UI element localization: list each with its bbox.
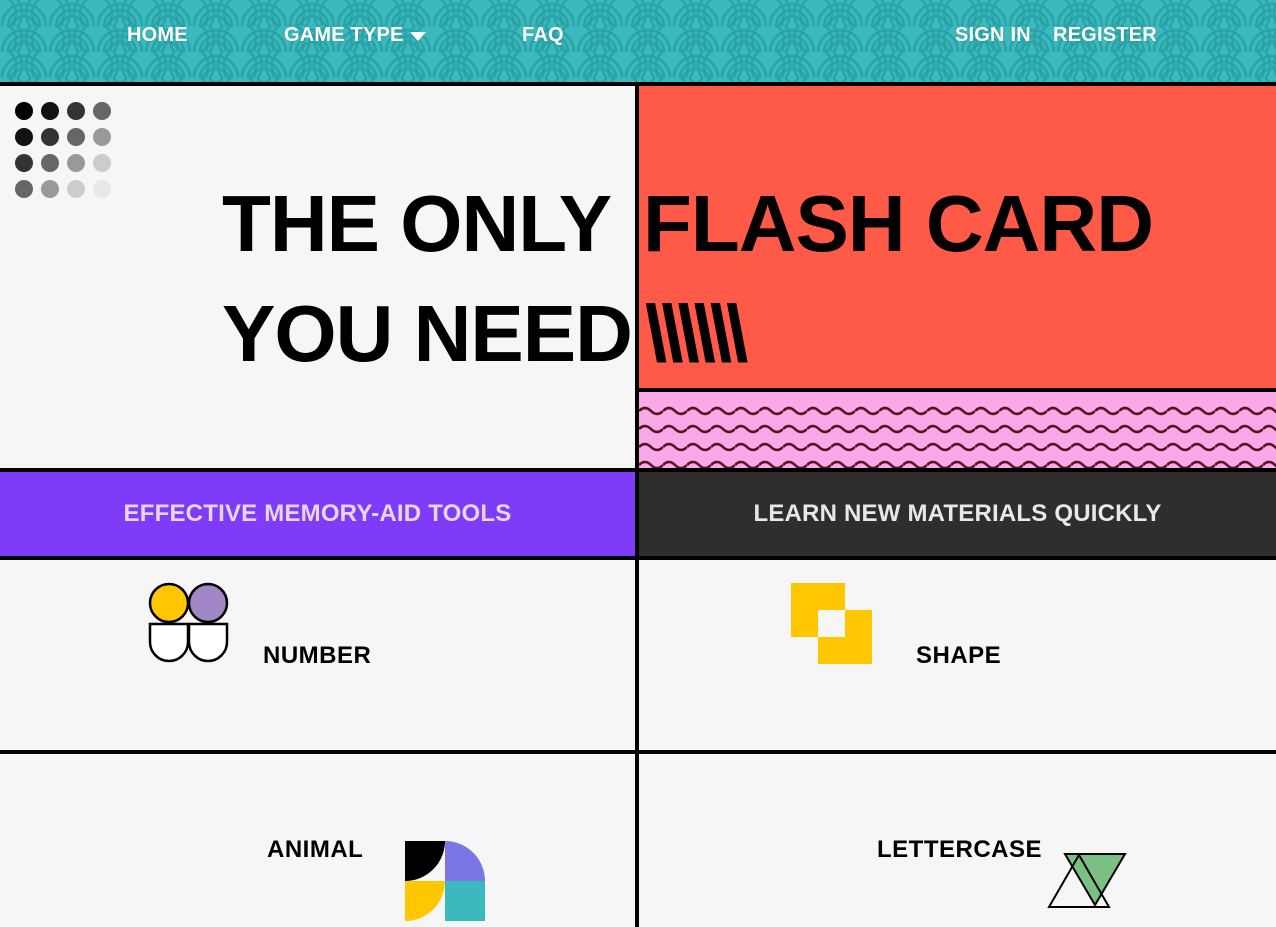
band-left: EFFECTIVE MEMORY-AID TOOLS bbox=[0, 472, 635, 556]
category-animal-card[interactable]: ANIMAL bbox=[0, 754, 635, 927]
nav-game-type-dropdown[interactable]: GAME TYPE bbox=[284, 24, 426, 47]
hero-left-panel bbox=[0, 86, 635, 468]
nav-game-type-label: GAME TYPE bbox=[284, 24, 404, 46]
band-right-label: LEARN NEW MATERIALS QUICKLY bbox=[753, 500, 1162, 527]
top-nav: HOME GAME TYPE FAQ SIGN IN REGISTER bbox=[0, 0, 1276, 86]
category-animal-label: ANIMAL bbox=[267, 836, 364, 863]
hero-title-line2-left: YOU NEED bbox=[222, 289, 633, 378]
category-lettercase-label: LETTERCASE bbox=[877, 836, 1043, 863]
nav-register-link[interactable]: REGISTER bbox=[1053, 24, 1157, 47]
number-clover-icon bbox=[148, 582, 229, 663]
pink-wave-panel bbox=[639, 392, 1276, 468]
category-shape-card[interactable]: SHAPE bbox=[639, 560, 1276, 750]
category-number-label: NUMBER bbox=[263, 642, 372, 669]
caret-down-icon bbox=[409, 32, 426, 41]
center-divider bbox=[635, 86, 639, 927]
shape-blocks-icon bbox=[791, 583, 872, 664]
hero-title-line1-right: FLASH CARD bbox=[643, 179, 1154, 268]
animal-quarter-circles-icon bbox=[405, 841, 485, 921]
band-left-label: EFFECTIVE MEMORY-AID TOOLS bbox=[123, 500, 512, 527]
hero-backslash-decoration: \\\\\\ bbox=[645, 289, 748, 378]
category-lettercase-card[interactable]: LETTERCASE bbox=[639, 754, 1276, 927]
nav-sign-in-link[interactable]: SIGN IN bbox=[955, 24, 1031, 47]
nav-home-link[interactable]: HOME bbox=[127, 24, 188, 47]
lettercase-triangles-icon bbox=[1047, 853, 1127, 908]
hero-title-line1-left: THE ONLY bbox=[222, 179, 612, 268]
dot-grid-decoration bbox=[15, 102, 111, 198]
divider bbox=[639, 388, 1276, 392]
wave-lines-decoration bbox=[639, 392, 1276, 468]
nav-faq-link[interactable]: FAQ bbox=[522, 24, 564, 47]
category-number-card[interactable]: NUMBER bbox=[0, 560, 635, 750]
band-right: LEARN NEW MATERIALS QUICKLY bbox=[639, 472, 1276, 556]
category-shape-label: SHAPE bbox=[916, 642, 1002, 669]
